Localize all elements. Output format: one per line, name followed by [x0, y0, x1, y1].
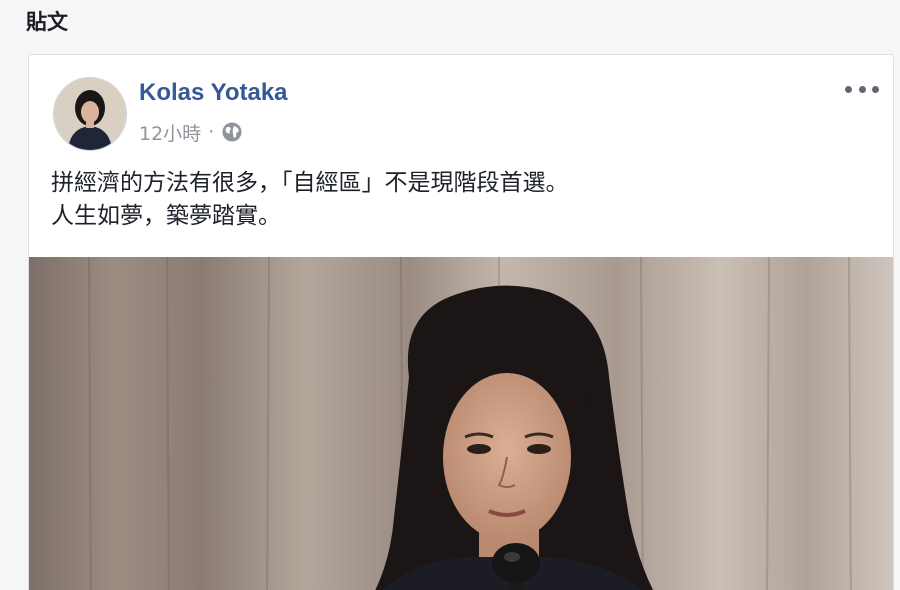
meta-separator: · — [208, 121, 215, 143]
author-name-link[interactable]: Kolas Yotaka — [139, 79, 288, 107]
post-photo[interactable] — [29, 257, 893, 590]
post-text: 拼經濟的方法有很多，「自經區」不是現階段首選。 人生如夢，築夢踏實。 — [51, 167, 569, 233]
avatar[interactable] — [53, 77, 127, 151]
post-text-line: 拼經濟的方法有很多，「自經區」不是現階段首選。 — [51, 170, 569, 196]
globe-icon[interactable] — [221, 121, 243, 143]
avatar-image — [54, 78, 126, 150]
post-text-line: 人生如夢，築夢踏實。 — [51, 203, 281, 229]
post-timestamp[interactable]: 12小時 — [139, 119, 201, 146]
post-card: Kolas Yotaka 12小時 · 拼經濟的方法有很多，「自經區」不是現階段… — [28, 54, 894, 590]
more-options-icon[interactable] — [845, 79, 879, 99]
post-meta: 12小時 · — [139, 119, 243, 145]
section-title: 貼文 — [26, 10, 68, 34]
facebook-posts-page: 貼文 Kolas Yotaka 12小時 · 拼經濟的方法有很多，「自經區」不是… — [0, 0, 900, 590]
